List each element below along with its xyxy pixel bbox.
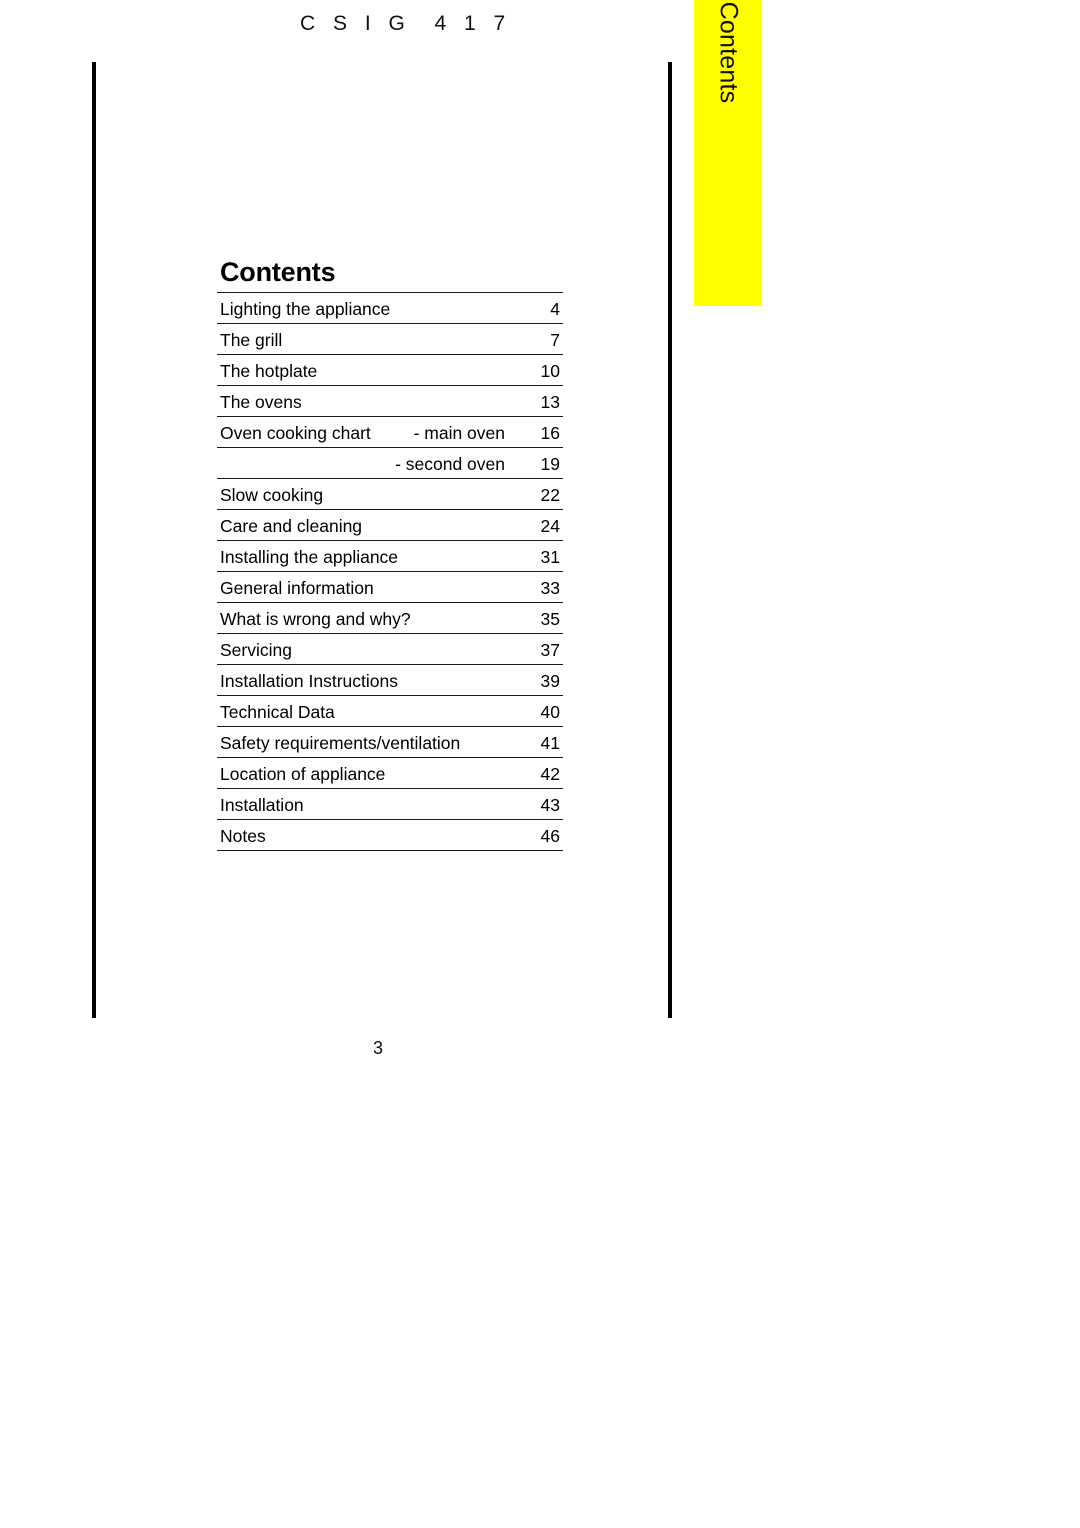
toc-row[interactable]: Servicing 37 (217, 633, 563, 666)
toc-entry-page: 24 (505, 509, 563, 542)
toc-row[interactable]: The ovens 13 (217, 385, 563, 418)
toc-entry-title: Location of appliance (217, 757, 385, 790)
toc-entry-subtitle (378, 509, 505, 542)
toc-entry-subtitle (378, 757, 505, 790)
toc-entry-title: Servicing (217, 633, 378, 666)
toc-entry-title: Installation (217, 788, 378, 821)
contents-block: Contents Lighting the appliance 4 The gril… (217, 257, 563, 852)
toc-entry-subtitle (378, 695, 505, 728)
toc-entry-page: 40 (505, 695, 563, 728)
toc-entry-title: Technical Data (217, 695, 378, 728)
toc-entry-subtitle (378, 385, 505, 418)
toc-entry-subtitle (378, 292, 505, 325)
toc-entry-subtitle: - main oven (378, 416, 505, 449)
toc-entry-title: Care and cleaning (217, 509, 378, 542)
toc-row[interactable]: The hotplate 10 (217, 354, 563, 387)
toc-entry-title: Lighting the appliance (217, 292, 390, 325)
table-of-contents: Lighting the appliance 4 The grill 7 The hot… (217, 292, 563, 852)
page-title: Contents (220, 257, 336, 287)
toc-entry-page: 7 (505, 323, 563, 356)
toc-row[interactable]: General information 33 (217, 571, 563, 604)
toc-entry-page: 42 (505, 757, 563, 790)
toc-entry-title: The ovens (217, 385, 378, 418)
toc-entry-page: 31 (505, 540, 563, 573)
toc-entry-page: 10 (505, 354, 563, 387)
toc-entry-page: 4 (505, 292, 563, 325)
toc-row[interactable]: Lighting the appliance 4 (217, 292, 563, 325)
toc-entry-title: Notes (217, 819, 378, 852)
footer-page-number: 3 (372, 1038, 383, 1058)
toc-row[interactable]: Safety requirements/ventilation 41 (217, 726, 563, 759)
document-header-code: C S I G 4 1 7 (300, 12, 512, 35)
right-margin-rule (668, 62, 672, 1018)
toc-entry-page: 16 (505, 416, 563, 449)
toc-entry-subtitle (378, 323, 505, 356)
toc-entry-page: 46 (505, 819, 563, 852)
toc-entry-page: 41 (505, 726, 563, 759)
toc-row[interactable]: The grill 7 (217, 323, 563, 356)
toc-entry-title: The grill (217, 323, 378, 356)
toc-entry-title: The hotplate (217, 354, 378, 387)
toc-entry-page: 13 (505, 385, 563, 418)
toc-entry-subtitle (378, 478, 505, 511)
toc-entry-title (217, 447, 378, 480)
toc-row[interactable]: Oven cooking chart - main oven 16 (217, 416, 563, 449)
table-of-contents-body: Lighting the appliance 4 The grill 7 The hot… (217, 292, 563, 852)
toc-entry-page: 35 (505, 602, 563, 635)
toc-entry-page: 22 (505, 478, 563, 511)
toc-entry-title: Slow cooking (217, 478, 378, 511)
toc-entry-page: 39 (505, 664, 563, 697)
toc-row[interactable]: - second oven 19 (217, 447, 563, 480)
section-tab-label: Contents (714, 1, 743, 104)
toc-entry-title: General information (217, 571, 378, 604)
toc-entry-page: 37 (505, 633, 563, 666)
toc-row[interactable]: Slow cooking 22 (217, 478, 563, 511)
toc-row[interactable]: Installation 43 (217, 788, 563, 821)
toc-row[interactable]: Location of appliance 42 (217, 757, 563, 790)
toc-entry-page: 43 (505, 788, 563, 821)
toc-row[interactable]: Installing the appliance 31 (217, 540, 563, 573)
left-margin-rule (92, 62, 96, 1018)
toc-row[interactable]: Installation Instructions 39 (217, 664, 563, 697)
toc-entry-subtitle (378, 354, 505, 387)
toc-entry-title: What is wrong and why? (217, 602, 411, 635)
toc-row[interactable]: Technical Data 40 (217, 695, 563, 728)
toc-row[interactable]: What is wrong and why? 35 (217, 602, 563, 635)
toc-entry-subtitle (378, 633, 505, 666)
toc-entry-title: Oven cooking chart (217, 416, 378, 449)
toc-row[interactable]: Care and cleaning 24 (217, 509, 563, 542)
toc-entry-page: 19 (505, 447, 563, 480)
toc-entry-title: Installation Instructions (217, 664, 398, 697)
toc-entry-subtitle (378, 788, 505, 821)
toc-entry-subtitle: - second oven (378, 447, 505, 480)
toc-entry-title: Safety requirements/ventilation (217, 726, 460, 759)
toc-entry-title: Installing the appliance (217, 540, 398, 573)
toc-entry-subtitle (378, 819, 505, 852)
toc-entry-subtitle (378, 571, 505, 604)
section-tab-contents: Contents (694, 0, 762, 306)
toc-entry-page: 33 (505, 571, 563, 604)
toc-row[interactable]: Notes 46 (217, 819, 563, 852)
